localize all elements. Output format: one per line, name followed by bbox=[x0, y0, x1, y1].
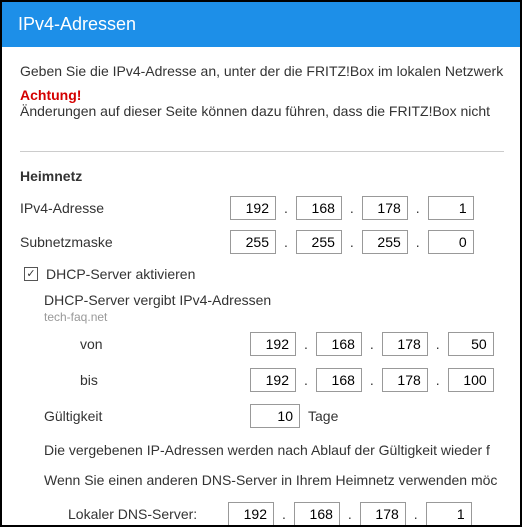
dot-separator: . bbox=[344, 506, 356, 522]
dot-separator: . bbox=[412, 234, 424, 250]
from-octet-3[interactable] bbox=[382, 332, 428, 356]
dot-separator: . bbox=[300, 336, 312, 352]
label-subnet: Subnetzmaske bbox=[20, 234, 230, 250]
dot-separator: . bbox=[346, 200, 358, 216]
ipv4-octet-2[interactable] bbox=[296, 196, 342, 220]
label-dhcp-enable: DHCP-Server aktivieren bbox=[46, 266, 195, 282]
label-ipv4: IPv4-Adresse bbox=[20, 200, 230, 216]
from-octets: . . . bbox=[250, 332, 494, 356]
dot-separator: . bbox=[410, 506, 422, 522]
warning-text: Änderungen auf dieser Seite können dazu … bbox=[20, 103, 504, 119]
to-octet-1[interactable] bbox=[250, 368, 296, 392]
label-days: Tage bbox=[308, 408, 338, 424]
label-validity: Gültigkeit bbox=[44, 408, 250, 424]
dot-separator: . bbox=[432, 372, 444, 388]
subnet-octet-3[interactable] bbox=[362, 230, 408, 254]
section-title: Heimnetz bbox=[20, 168, 504, 184]
row-range-from: von . . . bbox=[80, 332, 504, 356]
dns-octet-4[interactable] bbox=[426, 502, 472, 526]
row-ipv4-address: IPv4-Adresse . . . bbox=[20, 196, 504, 220]
dns-octet-2[interactable] bbox=[294, 502, 340, 526]
from-octet-1[interactable] bbox=[250, 332, 296, 356]
from-octet-4[interactable] bbox=[448, 332, 494, 356]
ipv4-octet-4[interactable] bbox=[428, 196, 474, 220]
watermark-text: tech-faq.net bbox=[44, 310, 504, 324]
dot-separator: . bbox=[300, 372, 312, 388]
to-octets: . . . bbox=[250, 368, 494, 392]
label-from: von bbox=[80, 336, 250, 352]
ipv4-octet-1[interactable] bbox=[230, 196, 276, 220]
label-to: bis bbox=[80, 372, 250, 388]
subnet-octet-4[interactable] bbox=[428, 230, 474, 254]
warning-title: Achtung! bbox=[20, 87, 504, 103]
dhcp-enable-checkbox[interactable]: ✓ bbox=[24, 267, 38, 281]
row-subnet-mask: Subnetzmaske . . . bbox=[20, 230, 504, 254]
dot-separator: . bbox=[278, 506, 290, 522]
ipv4-octets: . . . bbox=[230, 196, 474, 220]
dot-separator: . bbox=[280, 200, 292, 216]
row-dhcp-enable: ✓ DHCP-Server aktivieren bbox=[24, 266, 504, 282]
subnet-octet-2[interactable] bbox=[296, 230, 342, 254]
dot-separator: . bbox=[366, 372, 378, 388]
dns-octets: . . . bbox=[228, 502, 472, 526]
panel-header: IPv4-Adressen bbox=[2, 2, 520, 47]
settings-panel: IPv4-Adressen Geben Sie die IPv4-Adresse… bbox=[0, 0, 522, 527]
subnet-octets: . . . bbox=[230, 230, 474, 254]
validity-days-input[interactable] bbox=[250, 404, 300, 428]
label-local-dns: Lokaler DNS-Server: bbox=[68, 506, 228, 522]
to-octet-2[interactable] bbox=[316, 368, 362, 392]
row-range-to: bis . . . bbox=[80, 368, 504, 392]
dot-separator: . bbox=[412, 200, 424, 216]
to-octet-3[interactable] bbox=[382, 368, 428, 392]
dns-octet-3[interactable] bbox=[360, 502, 406, 526]
panel-content: Geben Sie die IPv4-Adresse an, unter der… bbox=[2, 47, 520, 527]
row-local-dns: Lokaler DNS-Server: . . . bbox=[68, 502, 504, 526]
note-lease: Die vergebenen IP-Adressen werden nach A… bbox=[44, 442, 504, 458]
ipv4-octet-3[interactable] bbox=[362, 196, 408, 220]
to-octet-4[interactable] bbox=[448, 368, 494, 392]
subnet-octet-1[interactable] bbox=[230, 230, 276, 254]
panel-title: IPv4-Adressen bbox=[18, 14, 136, 34]
dns-octet-1[interactable] bbox=[228, 502, 274, 526]
dot-separator: . bbox=[366, 336, 378, 352]
dot-separator: . bbox=[432, 336, 444, 352]
row-validity: Gültigkeit Tage bbox=[44, 404, 504, 428]
dot-separator: . bbox=[280, 234, 292, 250]
note-dns: Wenn Sie einen anderen DNS-Server in Ihr… bbox=[44, 472, 504, 488]
dot-separator: . bbox=[346, 234, 358, 250]
intro-text: Geben Sie die IPv4-Adresse an, unter der… bbox=[20, 63, 504, 79]
from-octet-2[interactable] bbox=[316, 332, 362, 356]
divider bbox=[20, 151, 504, 152]
dhcp-heading: DHCP-Server vergibt IPv4-Adressen bbox=[44, 292, 504, 308]
